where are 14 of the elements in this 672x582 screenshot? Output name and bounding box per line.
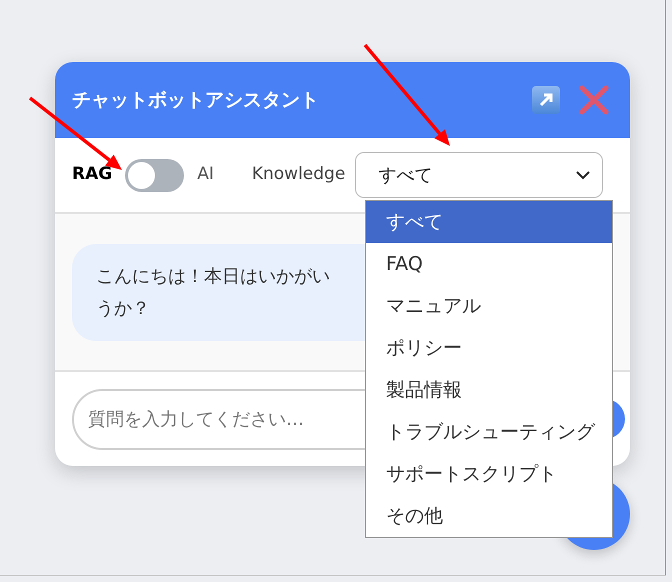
message-text: こんにちは！本日はいかがい	[96, 265, 330, 289]
close-icon	[579, 85, 609, 115]
knowledge-label: Knowledge	[252, 163, 346, 186]
message-text: うか？	[96, 297, 150, 321]
close-button[interactable]	[578, 84, 610, 116]
dropdown-option[interactable]: すべて	[366, 201, 612, 243]
chevron-down-icon	[576, 170, 590, 180]
window-title: チャットボットアシスタント	[72, 88, 319, 113]
diagonal-arrow-icon	[537, 91, 555, 109]
expand-button[interactable]	[532, 86, 560, 114]
toggle-left-label: RAG	[72, 163, 112, 186]
toggle-right-label: AI	[197, 163, 214, 186]
mode-toggle[interactable]	[125, 158, 184, 192]
knowledge-select[interactable]: すべて	[355, 152, 604, 198]
